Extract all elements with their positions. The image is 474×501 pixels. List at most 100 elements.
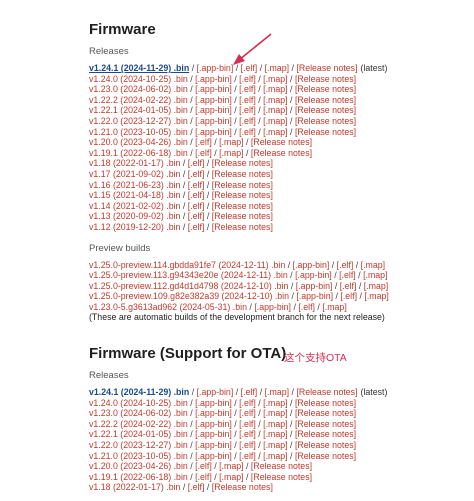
elf-link[interactable]: [.elf] (239, 429, 256, 439)
elf-link[interactable]: [.elf] (188, 211, 205, 221)
elf-link[interactable]: [.elf] (239, 84, 256, 94)
bin-download-link[interactable]: v1.23.0 (2024-06-02) .bin (89, 84, 188, 94)
bin-download-link[interactable]: v1.25.0-preview.113.g94343e20e (2024-12-… (89, 270, 288, 280)
map-link[interactable]: [.map] (219, 148, 243, 158)
map-link[interactable]: [.map] (263, 95, 287, 105)
elf-link[interactable]: [.elf] (239, 408, 256, 418)
bin-download-link[interactable]: v1.13 (2020-09-02) .bin (89, 211, 180, 221)
elf-link[interactable]: [.elf] (239, 440, 256, 450)
app-bin-link[interactable]: [.app-bin] (195, 451, 232, 461)
bin-download-link[interactable]: v1.24.0 (2024-10-25) .bin (89, 398, 188, 408)
release-notes-link[interactable]: [Release notes] (295, 84, 356, 94)
release-notes-link[interactable]: [Release notes] (212, 482, 273, 492)
elf-link[interactable]: [.elf] (239, 116, 256, 126)
elf-link[interactable]: [.elf] (239, 105, 256, 115)
elf-link[interactable]: [.elf] (340, 291, 357, 301)
app-bin-link[interactable]: [.app-bin] (195, 116, 232, 126)
release-notes-link[interactable]: [Release notes] (251, 148, 312, 158)
release-notes-link[interactable]: [Release notes] (212, 180, 273, 190)
map-link[interactable]: [.map] (263, 116, 287, 126)
map-link[interactable]: [.map] (363, 270, 387, 280)
release-notes-link[interactable]: [Release notes] (212, 190, 273, 200)
map-link[interactable]: [.map] (265, 387, 289, 397)
bin-download-link[interactable]: v1.22.1 (2024-01-05) .bin (89, 429, 188, 439)
bin-download-link[interactable]: v1.22.2 (2024-02-22) .bin (89, 95, 188, 105)
release-notes-link[interactable]: [Release notes] (295, 398, 356, 408)
app-bin-link[interactable]: [.app-bin] (195, 74, 232, 84)
release-notes-link[interactable]: [Release notes] (296, 387, 357, 397)
app-bin-link[interactable]: [.app-bin] (295, 270, 332, 280)
app-bin-link[interactable]: [.app-bin] (293, 260, 330, 270)
bin-download-link[interactable]: v1.24.1 (2024-11-29) .bin (89, 387, 189, 397)
map-link[interactable]: [.map] (364, 291, 388, 301)
app-bin-link[interactable]: [.app-bin] (195, 84, 232, 94)
elf-link[interactable]: [.elf] (188, 482, 205, 492)
elf-link[interactable]: [.elf] (340, 281, 357, 291)
elf-link[interactable]: [.elf] (239, 74, 256, 84)
bin-download-link[interactable]: v1.18 (2022-01-17) .bin (89, 482, 180, 492)
app-bin-link[interactable]: [.app-bin] (296, 281, 333, 291)
map-link[interactable]: [.map] (322, 302, 346, 312)
release-notes-link[interactable]: [Release notes] (295, 105, 356, 115)
bin-download-link[interactable]: v1.22.0 (2023-12-27) .bin (89, 440, 188, 450)
map-link[interactable]: [.map] (219, 137, 243, 147)
elf-link[interactable]: [.elf] (195, 137, 212, 147)
map-link[interactable]: [.map] (219, 461, 243, 471)
elf-link[interactable]: [.elf] (241, 387, 258, 397)
elf-link[interactable]: [.elf] (188, 180, 205, 190)
elf-link[interactable]: [.elf] (188, 158, 205, 168)
release-notes-link[interactable]: [Release notes] (295, 127, 356, 137)
elf-link[interactable]: [.elf] (195, 472, 212, 482)
bin-download-link[interactable]: v1.22.1 (2024-01-05) .bin (89, 105, 188, 115)
bin-download-link[interactable]: v1.20.0 (2023-04-26) .bin (89, 137, 188, 147)
bin-download-link[interactable]: v1.15 (2021-04-18) .bin (89, 190, 180, 200)
elf-link[interactable]: [.elf] (239, 127, 256, 137)
elf-link[interactable]: [.elf] (239, 398, 256, 408)
release-notes-link[interactable]: [Release notes] (212, 169, 273, 179)
bin-download-link[interactable]: v1.18 (2022-01-17) .bin (89, 158, 180, 168)
bin-download-link[interactable]: v1.22.0 (2023-12-27) .bin (89, 116, 188, 126)
map-link[interactable]: [.map] (263, 105, 287, 115)
map-link[interactable]: [.map] (263, 451, 287, 461)
bin-download-link[interactable]: v1.17 (2021-09-02) .bin (89, 169, 180, 179)
bin-download-link[interactable]: v1.22.2 (2024-02-22) .bin (89, 419, 188, 429)
elf-link[interactable]: [.elf] (337, 260, 354, 270)
release-notes-link[interactable]: [Release notes] (212, 222, 273, 232)
app-bin-link[interactable]: [.app-bin] (254, 302, 291, 312)
app-bin-link[interactable]: [.app-bin] (197, 387, 234, 397)
release-notes-link[interactable]: [Release notes] (251, 461, 312, 471)
map-link[interactable]: [.map] (361, 260, 385, 270)
map-link[interactable]: [.map] (219, 472, 243, 482)
map-link[interactable]: [.map] (263, 419, 287, 429)
elf-link[interactable]: [.elf] (339, 270, 356, 280)
release-notes-link[interactable]: [Release notes] (295, 451, 356, 461)
elf-link[interactable]: [.elf] (298, 302, 315, 312)
bin-download-link[interactable]: v1.23.0 (2024-06-02) .bin (89, 408, 188, 418)
bin-download-link[interactable]: v1.12 (2019-12-20) .bin (89, 222, 180, 232)
app-bin-link[interactable]: [.app-bin] (195, 419, 232, 429)
elf-link[interactable]: [.elf] (239, 95, 256, 105)
elf-link[interactable]: [.elf] (195, 461, 212, 471)
release-notes-link[interactable]: [Release notes] (295, 116, 356, 126)
release-notes-link[interactable]: [Release notes] (295, 95, 356, 105)
elf-link[interactable]: [.elf] (188, 190, 205, 200)
app-bin-link[interactable]: [.app-bin] (195, 429, 232, 439)
elf-link[interactable]: [.elf] (188, 222, 205, 232)
release-notes-link[interactable]: [Release notes] (295, 419, 356, 429)
release-notes-link[interactable]: [Release notes] (212, 158, 273, 168)
app-bin-link[interactable]: [.app-bin] (197, 63, 234, 73)
app-bin-link[interactable]: [.app-bin] (195, 440, 232, 450)
app-bin-link[interactable]: [.app-bin] (296, 291, 333, 301)
bin-download-link[interactable]: v1.19.1 (2022-06-18) .bin (89, 148, 188, 158)
release-notes-link[interactable]: [Release notes] (251, 137, 312, 147)
bin-download-link[interactable]: v1.16 (2021-06-23) .bin (89, 180, 180, 190)
bin-download-link[interactable]: v1.21.0 (2023-10-05) .bin (89, 127, 188, 137)
release-notes-link[interactable]: [Release notes] (296, 63, 357, 73)
bin-download-link[interactable]: v1.20.0 (2023-04-26) .bin (89, 461, 188, 471)
elf-link[interactable]: [.elf] (195, 148, 212, 158)
map-link[interactable]: [.map] (263, 74, 287, 84)
app-bin-link[interactable]: [.app-bin] (195, 408, 232, 418)
bin-download-link[interactable]: v1.24.0 (2024-10-25) .bin (89, 74, 188, 84)
app-bin-link[interactable]: [.app-bin] (195, 398, 232, 408)
release-notes-link[interactable]: [Release notes] (295, 408, 356, 418)
